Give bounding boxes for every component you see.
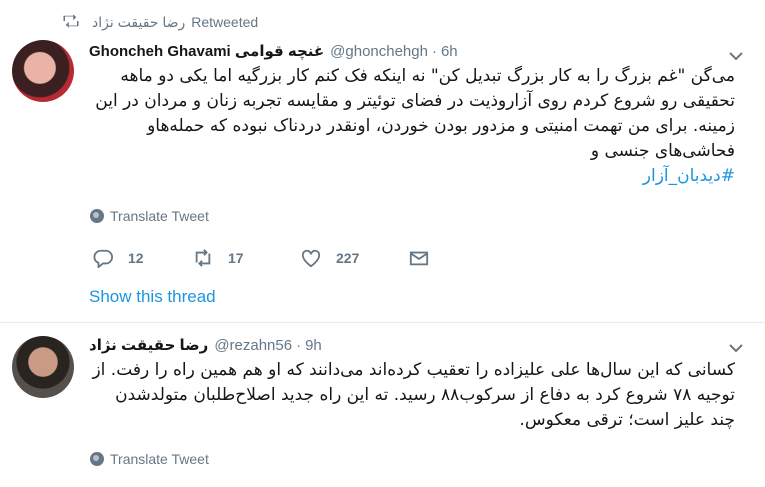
reply-button[interactable]: 12 xyxy=(92,248,192,268)
like-count: 227 xyxy=(336,250,360,266)
tweet-menu-button[interactable] xyxy=(729,48,743,62)
user-handle[interactable]: @rezahn56 xyxy=(214,337,292,354)
retweet-banner[interactable]: رضا حقیقت نژاد Retweeted xyxy=(62,12,258,32)
like-icon xyxy=(301,249,321,268)
display-name[interactable]: رضا حقیقت نژاد xyxy=(89,336,208,354)
tweet-menu-button[interactable] xyxy=(729,340,743,354)
tweet-text-line: کسانی که این سال‌ها علی علیزاده را تعقیب… xyxy=(92,360,735,380)
tweet-text-line: چند علیز است؛ ترقی معکوس. xyxy=(519,410,735,430)
avatar[interactable] xyxy=(12,336,74,398)
translate-label: Translate Tweet xyxy=(110,208,209,224)
globe-icon xyxy=(90,209,104,223)
tweet-text-line: زمینه. برای من تهمت امنیتی و مزدور بودن … xyxy=(147,116,735,136)
retweet-button[interactable]: 17 xyxy=(192,248,300,268)
tweet-text-line: تحقیقی رو شروع کردم روی آزاروذیت در فضای… xyxy=(95,91,735,111)
separator-dot: · xyxy=(296,336,302,354)
tweet-text-line: فحاشی‌های جنسی و xyxy=(590,141,735,161)
direct-message-button[interactable] xyxy=(408,248,438,268)
hashtag-link[interactable]: #دیدبان_آزار xyxy=(85,164,735,189)
retweet-count: 17 xyxy=(228,250,244,266)
retweet-icon xyxy=(62,13,92,32)
translate-tweet-link[interactable]: Translate Tweet xyxy=(90,208,209,224)
tweet-text: کسانی که این سال‌ها علی علیزاده را تعقیب… xyxy=(85,358,735,433)
tweet-actions: 12 17 227 xyxy=(92,246,438,270)
tweet-text-line: توجیه ۷۸ شروع کرد به دفاع از سرکوب۸۸ رسی… xyxy=(115,385,735,405)
direct-message-icon xyxy=(409,251,429,266)
caret-down-icon xyxy=(729,344,743,353)
retweet-icon xyxy=(195,249,211,267)
tweet-header: رضا حقیقت نژاد @rezahn56 · 9h xyxy=(89,336,322,355)
tweet-text: می‌گن "غم بزرگ را به کار بزرگ تبدیل کن" … xyxy=(85,64,735,189)
tweet-text-line: می‌گن "غم بزرگ را به کار بزرگ تبدیل کن" … xyxy=(120,66,735,86)
user-handle[interactable]: @ghonchehgh xyxy=(330,43,428,60)
like-button[interactable]: 227 xyxy=(300,248,408,268)
timestamp[interactable]: 6h xyxy=(441,43,458,60)
tweet-divider xyxy=(0,322,765,323)
retweeted-label: Retweeted xyxy=(191,14,259,30)
globe-icon xyxy=(90,452,104,466)
show-thread-link[interactable]: Show this thread xyxy=(89,287,216,307)
timestamp[interactable]: 9h xyxy=(305,337,322,354)
separator-dot: · xyxy=(431,42,437,60)
avatar[interactable] xyxy=(12,40,74,102)
translate-tweet-link[interactable]: Translate Tweet xyxy=(90,451,209,467)
tweet-header: Ghoncheh Ghavami غنچه قوامی @ghonchehgh … xyxy=(89,42,458,61)
translate-label: Translate Tweet xyxy=(110,451,209,467)
caret-down-icon xyxy=(729,52,743,61)
display-name[interactable]: Ghoncheh Ghavami غنچه قوامی xyxy=(89,42,324,60)
reply-count: 12 xyxy=(128,250,144,266)
retweeter-name[interactable]: رضا حقیقت نژاد xyxy=(92,14,185,31)
reply-icon xyxy=(93,249,113,268)
